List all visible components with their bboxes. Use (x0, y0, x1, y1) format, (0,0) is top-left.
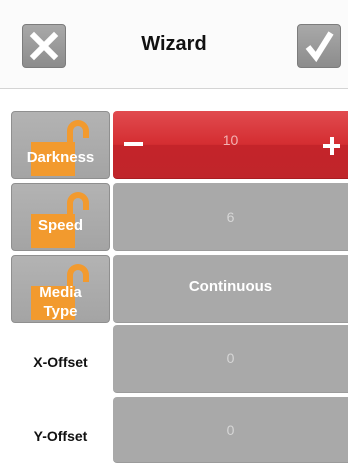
lock-button-media-type[interactable]: Media Type (11, 255, 110, 323)
x-offset-value-button[interactable]: 0 (113, 325, 348, 393)
setting-value: 10 (222, 132, 239, 148)
lock-button-speed[interactable]: Speed (11, 183, 110, 251)
speed-value-button[interactable]: 6 (113, 183, 348, 251)
setting-label: X-Offset (33, 354, 88, 370)
setting-value: 0 (226, 422, 235, 438)
checkmark-icon (305, 31, 334, 63)
darkness-stepper[interactable]: 10 (113, 111, 348, 179)
setting-label: Darkness (26, 149, 95, 166)
setting-value: Continuous (188, 278, 273, 295)
page-title: Wizard (141, 33, 207, 55)
media-type-value-button[interactable]: Continuous (113, 255, 348, 323)
setting-label: Media Type (39, 284, 82, 320)
confirm-button[interactable] (297, 24, 341, 68)
setting-label: Speed (37, 217, 83, 234)
setting-value: 0 (226, 350, 235, 366)
setting-value: 6 (226, 209, 235, 225)
y-offset-value-button[interactable]: 0 (113, 397, 348, 463)
setting-label: Y-Offset (33, 428, 88, 444)
wizard-header: Wizard (0, 0, 348, 89)
lock-button-darkness[interactable]: Darkness (11, 111, 110, 179)
